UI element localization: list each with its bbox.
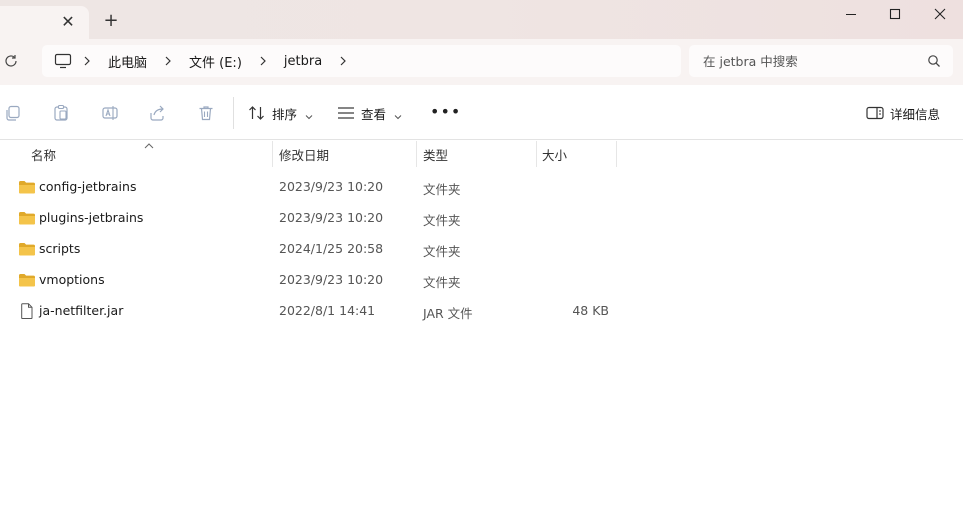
details-label: 详细信息 (890, 106, 941, 122)
file-type: JAR 文件 (423, 306, 473, 321)
file-modified: 2022/8/1 14:41 (279, 303, 376, 318)
maximize-icon[interactable] (872, 0, 918, 28)
sort-button[interactable]: 排序 (248, 99, 313, 127)
column-header-size[interactable]: 大小 (542, 141, 614, 167)
file-modified: 2023/9/23 10:20 (279, 210, 384, 225)
tab-close-icon[interactable]: ✕ (60, 14, 76, 30)
delete-icon[interactable] (197, 104, 215, 122)
file-name: config-jetbrains (39, 179, 137, 194)
toolbar-divider (233, 97, 234, 129)
search-box[interactable] (689, 45, 953, 77)
sort-icon (248, 105, 266, 121)
column-divider[interactable] (616, 141, 617, 167)
new-tab-icon[interactable]: + (102, 12, 120, 30)
breadcrumb-this-pc[interactable]: 此电脑 (102, 52, 153, 71)
details-pane-button[interactable]: 详细信息 (866, 99, 940, 127)
folder-icon (18, 241, 36, 257)
file-modified: 2024/1/25 20:58 (279, 241, 384, 256)
tab-jetbra[interactable]: ✕ (0, 6, 89, 39)
file-name: ja-netfilter.jar (39, 303, 124, 318)
file-modified: 2023/9/23 10:20 (279, 272, 384, 287)
file-type: 文件夹 (423, 244, 461, 259)
title-bar: ✕ + (0, 0, 963, 39)
file-row[interactable]: vmoptions 2023/9/23 10:20 文件夹 (0, 265, 963, 296)
column-header-modified[interactable]: 修改日期 (279, 141, 415, 167)
chevron-right-icon[interactable] (161, 54, 175, 68)
column-divider[interactable] (272, 141, 273, 167)
file-row[interactable]: scripts 2024/1/25 20:58 文件夹 (0, 234, 963, 265)
copy-icon[interactable] (4, 104, 22, 122)
refresh-icon[interactable] (3, 53, 21, 71)
file-row[interactable]: ja-netfilter.jar 2022/8/1 14:41 JAR 文件 4… (0, 296, 963, 327)
view-label: 查看 (361, 106, 387, 122)
share-icon[interactable] (148, 104, 166, 122)
view-button[interactable]: 查看 (337, 99, 402, 127)
file-type: 文件夹 (423, 213, 461, 228)
more-options-icon[interactable]: ••• (430, 104, 461, 120)
chevron-right-icon[interactable] (256, 54, 270, 68)
chevron-right-icon[interactable] (80, 54, 94, 68)
file-row[interactable]: plugins-jetbrains 2023/9/23 10:20 文件夹 (0, 203, 963, 234)
column-header-type[interactable]: 类型 (423, 141, 535, 167)
file-name: vmoptions (39, 272, 105, 287)
column-header-name[interactable]: 名称 (31, 141, 271, 167)
search-icon[interactable] (927, 54, 941, 68)
breadcrumb-drive-e[interactable]: 文件 (E:) (183, 52, 248, 71)
chevron-right-icon[interactable] (336, 54, 350, 68)
file-name: scripts (39, 241, 81, 256)
column-divider[interactable] (416, 141, 417, 167)
paste-icon[interactable] (52, 104, 70, 122)
folder-icon (18, 272, 36, 288)
breadcrumb-jetbra[interactable]: jetbra (278, 54, 328, 69)
file-type: 文件夹 (423, 182, 461, 197)
computer-icon[interactable] (54, 53, 72, 69)
search-input[interactable] (703, 53, 913, 69)
file-type: 文件夹 (423, 275, 461, 290)
folder-icon (18, 179, 36, 195)
breadcrumb[interactable]: 此电脑 文件 (E:) jetbra (42, 45, 681, 77)
chevron-down-icon (305, 109, 313, 120)
command-bar: 排序 查看 ••• 详细信息 (0, 85, 963, 140)
address-row: 此电脑 文件 (E:) jetbra (0, 39, 963, 85)
sort-label: 排序 (272, 106, 298, 122)
close-window-icon[interactable] (917, 0, 963, 28)
file-size: 48 KB (572, 303, 609, 318)
folder-icon (18, 210, 36, 226)
minimize-icon[interactable] (828, 0, 874, 28)
view-list-icon (337, 106, 355, 120)
column-divider[interactable] (536, 141, 537, 167)
file-icon (18, 303, 36, 319)
file-row[interactable]: config-jetbrains 2023/9/23 10:20 文件夹 (0, 172, 963, 203)
chevron-down-icon (394, 109, 402, 120)
rename-icon[interactable] (101, 104, 119, 122)
details-pane-icon (866, 106, 884, 120)
file-name: plugins-jetbrains (39, 210, 144, 225)
file-modified: 2023/9/23 10:20 (279, 179, 384, 194)
